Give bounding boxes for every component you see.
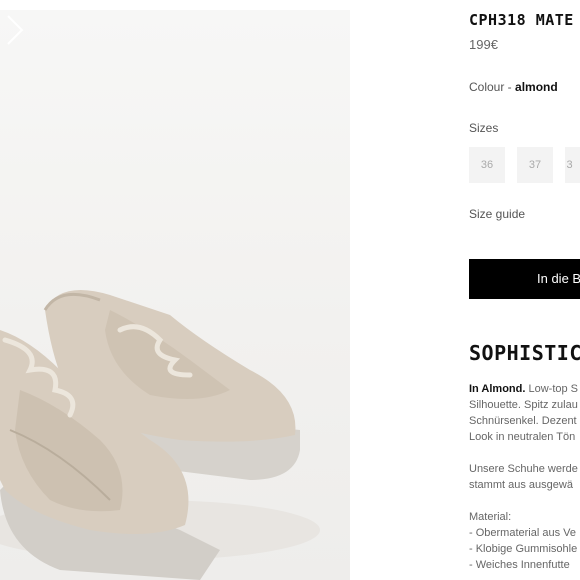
material-item: - Klobige Gummisohle (469, 543, 578, 555)
size-guide-link[interactable]: Size guide (469, 207, 525, 221)
colour-value: almond (515, 80, 558, 94)
sizes-label: Sizes (469, 121, 499, 135)
product-description: In Almond. Low-top S Silhouette. Spitz z… (469, 381, 580, 573)
description-heading: SOPHISTICAT (469, 341, 580, 365)
product-title: CPH318 MATE (469, 11, 574, 29)
size-option-36[interactable]: 36 (469, 147, 505, 183)
description-line: stammt aus ausgewä (469, 479, 573, 491)
material-item: - Weiches Innenfutte (469, 559, 570, 571)
sneaker-image (0, 290, 320, 580)
size-option-37[interactable]: 37 (517, 147, 553, 183)
description-line: Schnürsenkel. Dezent (469, 415, 577, 427)
description-line: Silhouette. Spitz zulau (469, 399, 578, 411)
product-price: 199€ (469, 37, 498, 52)
colour-info: Colour - almond (469, 80, 558, 94)
description-line: Unsere Schuhe werde (469, 463, 578, 475)
material-item: - Obermaterial aus Ve (469, 527, 576, 539)
add-to-cart-button[interactable]: In die B (469, 259, 580, 299)
description-line: Look in neutralen Tön (469, 431, 576, 443)
colour-label: Colour - (469, 80, 516, 94)
chevron-right-icon[interactable] (0, 10, 30, 50)
description-strong: In Almond. (469, 383, 526, 395)
product-image-gallery[interactable] (0, 10, 350, 580)
material-label: Material: (469, 511, 512, 523)
description-line: Low-top S (525, 383, 579, 395)
size-option-38[interactable]: 3 (565, 147, 580, 183)
